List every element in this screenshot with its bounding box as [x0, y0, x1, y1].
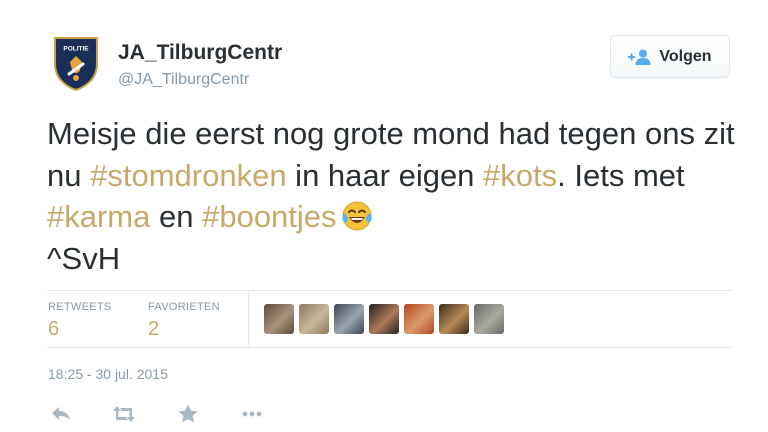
tweet-text-segment: en	[150, 199, 203, 234]
favoriter-avatar[interactable]	[369, 304, 399, 334]
favoriter-avatar[interactable]	[264, 304, 294, 334]
more-dots-icon[interactable]	[238, 402, 266, 426]
tweet-text: Meisje die eerst nog grote mond had tege…	[47, 113, 737, 279]
tweet-timestamp[interactable]: 18:25 - 30 jul. 2015	[48, 366, 168, 382]
favorites-label[interactable]: FAVORIETEN	[148, 301, 220, 313]
follow-button[interactable]: Volgen	[610, 35, 730, 78]
favoriter-avatar[interactable]	[439, 304, 469, 334]
face-with-tears-of-joy-icon	[341, 201, 372, 231]
author-name[interactable]: JA_TilburgCentr	[118, 41, 282, 65]
avatar-text: POLITIE	[63, 46, 89, 53]
hashtag-link[interactable]: #boontjes	[202, 199, 336, 234]
retweet-icon[interactable]	[110, 402, 138, 426]
favorites-count[interactable]: 2	[148, 318, 159, 341]
favorite-star-icon[interactable]	[174, 402, 202, 426]
retweets-count[interactable]: 6	[48, 318, 59, 341]
avatar[interactable]: POLITIE	[51, 34, 101, 92]
favoriter-avatar[interactable]	[299, 304, 329, 334]
politie-shield-icon: POLITIE	[54, 37, 98, 92]
retweets-label[interactable]: RETWEETS	[48, 301, 112, 313]
follow-button-label: Volgen	[659, 47, 712, 65]
favoriter-avatar[interactable]	[474, 304, 504, 334]
author-handle[interactable]: @JA_TilburgCentr	[118, 71, 249, 89]
favoriter-avatars	[264, 304, 504, 334]
hashtag-link[interactable]: #karma	[47, 199, 150, 234]
favoriter-avatar[interactable]	[404, 304, 434, 334]
tweet-text-segment: . Iets met	[557, 157, 685, 193]
divider	[47, 290, 732, 291]
divider	[47, 347, 732, 348]
tweet-text-segment: ^SvH	[47, 240, 121, 276]
hashtag-link[interactable]: #kots	[483, 158, 557, 193]
reply-icon[interactable]	[48, 402, 76, 426]
tweet-text-segment: in haar eigen	[286, 157, 484, 193]
hashtag-link[interactable]: #stomdronken	[90, 158, 286, 193]
favoriter-avatar[interactable]	[334, 304, 364, 334]
add-user-icon	[628, 49, 651, 65]
stats-separator	[248, 293, 249, 346]
tweet-card: POLITIE JA_TilburgCentr @JA_TilburgCentr…	[0, 0, 768, 432]
